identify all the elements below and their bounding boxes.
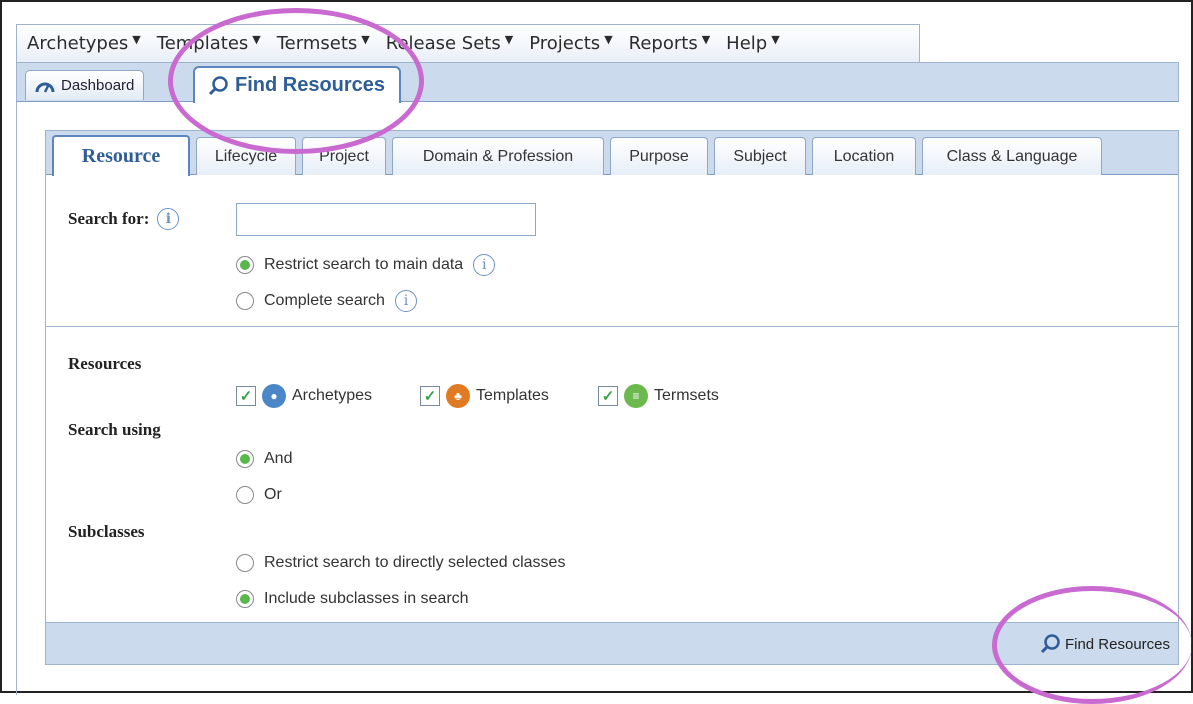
- menu-release-sets[interactable]: Release Sets ▼: [386, 33, 513, 54]
- checkbox-checked[interactable]: ✓: [598, 386, 618, 406]
- radio-selected[interactable]: [236, 256, 254, 274]
- search-for-label: Search for: i: [68, 208, 180, 230]
- search-icon: [1040, 634, 1060, 654]
- radio-unselected[interactable]: [236, 554, 254, 572]
- dashboard-gauge-icon: [35, 82, 55, 93]
- caret-down-icon: ▼: [132, 33, 141, 46]
- caret-down-icon: ▼: [604, 33, 613, 46]
- option-and[interactable]: And: [236, 450, 292, 468]
- tab-project[interactable]: Project: [302, 137, 386, 175]
- search-section: Search for: i Restrict search to main da…: [46, 176, 1178, 327]
- subclasses-label: Subclasses: [68, 522, 145, 541]
- menu-reports[interactable]: Reports ▼: [629, 33, 711, 54]
- find-resources-panel: Resource Lifecycle Project Domain & Prof…: [45, 130, 1179, 665]
- tab-subject[interactable]: Subject: [714, 137, 806, 175]
- search-input[interactable]: [236, 203, 536, 236]
- checkbox-checked[interactable]: ✓: [236, 386, 256, 406]
- find-resources-button[interactable]: Find Resources: [1039, 631, 1170, 657]
- options-section: Resources ✓ ● Archetypes ✓ ♣ Templates ✓…: [46, 328, 1178, 624]
- info-icon[interactable]: i: [157, 208, 180, 230]
- tab-class-language[interactable]: Class & Language: [922, 137, 1102, 175]
- option-include-subclasses[interactable]: Include subclasses in search: [236, 590, 469, 608]
- option-restrict-direct-classes[interactable]: Restrict search to directly selected cla…: [236, 554, 565, 572]
- caret-down-icon: ▼: [252, 33, 261, 46]
- tab-lifecycle[interactable]: Lifecycle: [196, 137, 296, 175]
- radio-unselected[interactable]: [236, 292, 254, 310]
- template-icon: ♣: [446, 384, 470, 408]
- tab-domain-profession[interactable]: Domain & Profession: [392, 137, 604, 175]
- tab-find-resources-label: Find Resources: [235, 74, 386, 96]
- resources-label: Resources: [68, 354, 142, 373]
- option-complete-search[interactable]: Complete search i: [236, 290, 417, 312]
- tab-location[interactable]: Location: [812, 137, 916, 175]
- menu-archetypes[interactable]: Archetypes ▼: [27, 33, 141, 54]
- termset-icon: ≡: [624, 384, 648, 408]
- tab-dashboard[interactable]: Dashboard: [25, 70, 145, 100]
- top-menu-bar: Archetypes ▼ Templates ▼ Termsets ▼ Release…: [16, 24, 920, 62]
- radio-unselected[interactable]: [236, 486, 254, 504]
- radio-selected[interactable]: [236, 450, 254, 468]
- tab-resource[interactable]: Resource: [52, 135, 190, 176]
- tab-dashboard-label: Dashboard: [61, 77, 135, 94]
- tab-purpose[interactable]: Purpose: [610, 137, 708, 175]
- search-icon: [208, 75, 228, 95]
- archetype-icon: ●: [262, 384, 286, 408]
- menu-templates[interactable]: Templates ▼: [157, 33, 261, 54]
- info-icon[interactable]: i: [394, 290, 417, 312]
- caret-down-icon: ▼: [361, 33, 370, 46]
- resource-checkbox-termsets[interactable]: ✓ ≡ Termsets: [598, 384, 719, 408]
- radio-selected[interactable]: [236, 590, 254, 608]
- menu-termsets[interactable]: Termsets ▼: [277, 33, 370, 54]
- menu-projects[interactable]: Projects ▼: [529, 33, 612, 54]
- checkbox-checked[interactable]: ✓: [420, 386, 440, 406]
- caret-down-icon: ▼: [701, 33, 711, 46]
- panel-footer: Find Resources: [46, 622, 1178, 664]
- option-or[interactable]: Or: [236, 486, 282, 504]
- search-using-label: Search using: [68, 420, 161, 439]
- caret-down-icon: ▼: [771, 33, 780, 46]
- resource-checkbox-archetypes[interactable]: ✓ ● Archetypes: [236, 384, 372, 408]
- main-tab-bar: Dashboard Find Resources: [16, 62, 1179, 103]
- resource-checkbox-templates[interactable]: ✓ ♣ Templates: [420, 384, 549, 408]
- content-border: [16, 102, 17, 695]
- application-window: Archetypes ▼ Templates ▼ Termsets ▼ Release…: [0, 0, 1193, 704]
- filter-tab-bar: Resource Lifecycle Project Domain & Prof…: [46, 131, 1178, 176]
- menu-help[interactable]: Help ▼: [726, 33, 780, 54]
- option-restrict-main-data[interactable]: Restrict search to main data i: [236, 254, 496, 276]
- caret-down-icon: ▼: [504, 33, 514, 46]
- info-icon[interactable]: i: [473, 254, 496, 276]
- tab-find-resources[interactable]: Find Resources: [193, 66, 402, 103]
